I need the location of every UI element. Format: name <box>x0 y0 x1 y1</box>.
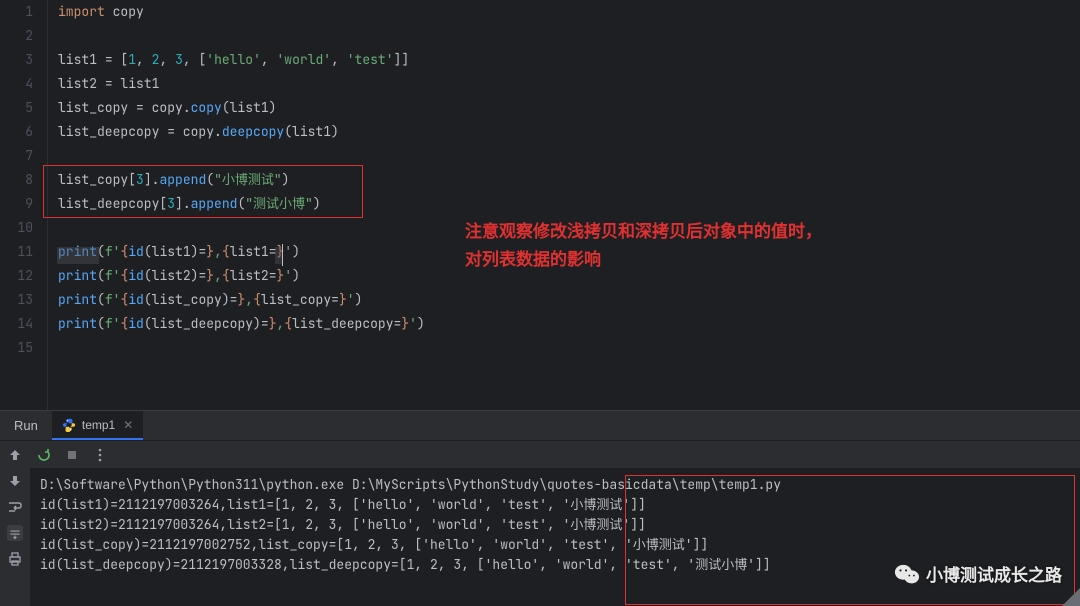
line-number: 13 <box>0 288 33 312</box>
wechat-icon <box>894 563 920 585</box>
line-number: 12 <box>0 264 33 288</box>
code-line[interactable]: print(f'{id(list_copy)=},{list_copy=}') <box>58 288 1080 312</box>
run-tab-bar: Run temp1 ✕ <box>0 411 1080 441</box>
line-number: 6 <box>0 120 33 144</box>
annotation-text: 注意观察修改浅拷贝和深拷贝后对象中的值时， 对列表数据的影响 <box>465 218 822 274</box>
close-icon[interactable]: ✕ <box>123 418 133 432</box>
watermark: 小博测试成长之路 <box>894 561 1062 586</box>
code-line[interactable]: list_deepcopy = copy.deepcopy(list1) <box>58 120 1080 144</box>
code-line[interactable] <box>58 336 1080 360</box>
line-number: 5 <box>0 96 33 120</box>
editor-area: 123456789101112131415 import copylist1 =… <box>0 0 1080 410</box>
line-number: 2 <box>0 24 33 48</box>
down-arrow-icon[interactable] <box>7 473 23 489</box>
line-gutter: 123456789101112131415 <box>0 0 48 410</box>
line-number: 15 <box>0 336 33 360</box>
soft-wrap-icon[interactable] <box>7 499 23 515</box>
corner-curl <box>1062 588 1080 606</box>
python-file-icon <box>62 418 76 432</box>
run-tab-temp1[interactable]: temp1 ✕ <box>52 411 143 440</box>
rerun-icon[interactable] <box>36 447 52 463</box>
run-toolbar-left <box>0 441 30 606</box>
code-line[interactable]: import copy <box>58 0 1080 24</box>
code-line[interactable]: print(f'{id(list_deepcopy)=},{list_deepc… <box>58 312 1080 336</box>
code-line[interactable]: list_copy = copy.copy(list1) <box>58 96 1080 120</box>
code-line[interactable] <box>58 24 1080 48</box>
annotation-box <box>43 165 363 218</box>
line-number: 8 <box>0 168 33 192</box>
run-toolbar-top <box>30 441 1080 469</box>
code-line[interactable]: list1 = [1, 2, 3, ['hello', 'world', 'te… <box>58 48 1080 72</box>
line-number: 14 <box>0 312 33 336</box>
selection-highlight <box>57 247 99 264</box>
more-icon[interactable] <box>92 447 108 463</box>
line-number: 7 <box>0 144 33 168</box>
stop-icon[interactable] <box>64 447 80 463</box>
line-number: 4 <box>0 72 33 96</box>
up-arrow-icon[interactable] <box>7 447 23 463</box>
tab-title: temp1 <box>82 418 115 432</box>
run-label[interactable]: Run <box>0 418 52 433</box>
line-number: 9 <box>0 192 33 216</box>
print-icon[interactable] <box>7 551 23 567</box>
line-number: 10 <box>0 216 33 240</box>
line-number: 1 <box>0 0 33 24</box>
selection-highlight <box>275 247 282 264</box>
line-number: 11 <box>0 240 33 264</box>
text-caret <box>282 244 283 266</box>
line-number: 3 <box>0 48 33 72</box>
scroll-to-end-icon[interactable] <box>7 525 23 541</box>
code-line[interactable]: list2 = list1 <box>58 72 1080 96</box>
